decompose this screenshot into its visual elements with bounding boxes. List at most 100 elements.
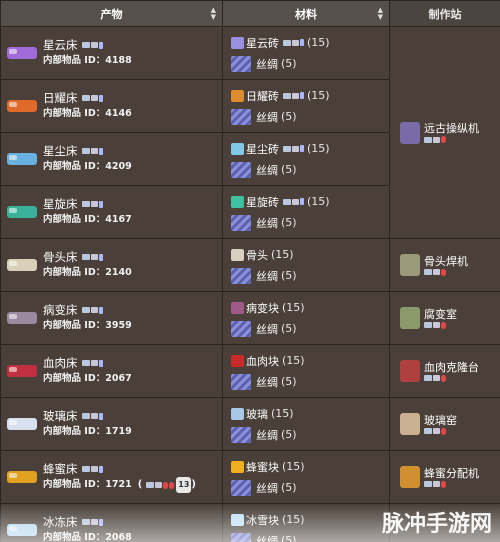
column-header-station: 制作站	[389, 0, 500, 27]
item-id: 内部物品 ID：4146	[43, 108, 132, 119]
materials-cell: 日耀砖 (15) 丝绸 (5)	[222, 79, 390, 133]
platform-icons	[81, 41, 103, 49]
material-row: 星尘砖 (15)	[231, 140, 389, 158]
table-row: 骨头床 内部物品 ID：2140 骨头 (15) 丝绸 (5) 骨头焊机	[0, 238, 500, 292]
product-link[interactable]: 星旋床	[43, 196, 78, 212]
station-link[interactable]: 蜂蜜分配机	[424, 467, 479, 481]
material-qty: (15)	[307, 89, 330, 102]
material-qty: (5)	[281, 216, 297, 229]
column-header-product[interactable]: 产物 ▲ ▼	[0, 0, 223, 27]
item-id: 内部物品 ID：3959	[43, 320, 132, 331]
station-cell: 玻璃窑	[389, 397, 500, 451]
station-icon	[400, 413, 420, 435]
platform-extra: (13)	[138, 477, 196, 493]
material-icon	[231, 354, 244, 367]
station-link[interactable]: 玻璃窑	[424, 414, 457, 428]
material-link[interactable]: 玻璃	[246, 406, 268, 422]
product-link[interactable]: 玻璃床	[43, 408, 78, 424]
materials-cell: 骨头 (15) 丝绸 (5)	[222, 238, 390, 292]
table-row: 玻璃床 内部物品 ID：1719 玻璃 (15) 丝绸 (5) 玻璃窑	[0, 397, 500, 451]
station-icon	[400, 307, 420, 329]
product-cell: 星尘床 内部物品 ID：4209	[0, 132, 223, 186]
material-link[interactable]: 骨头	[246, 247, 268, 263]
material-link-silk[interactable]: 丝绸	[256, 215, 278, 231]
materials-cell: 蜂蜜块 (15) 丝绸 (5)	[222, 450, 390, 504]
material-link[interactable]: 病变块	[246, 300, 279, 316]
material-row: 丝绸(5)	[231, 108, 389, 126]
material-row: 丝绸(5)	[231, 320, 389, 338]
material-qty: (5)	[281, 110, 297, 123]
station-link[interactable]: 血肉克隆台	[424, 361, 479, 375]
bed-icon	[7, 153, 37, 165]
platform-icons	[81, 200, 103, 208]
product-link[interactable]: 血肉床	[43, 355, 78, 371]
product-link[interactable]: 病变床	[43, 302, 78, 318]
material-icon	[231, 407, 244, 420]
bed-icon	[7, 365, 37, 377]
product-link[interactable]: 日耀床	[43, 90, 78, 106]
table-row: 蜂蜜床 内部物品 ID：1721(13) 蜂蜜块 (15) 丝绸 (5) 蜂蜜分配机	[0, 450, 500, 504]
platform-icons	[81, 412, 103, 420]
station-icon	[400, 466, 420, 488]
materials-cell: 玻璃 (15) 丝绸 (5)	[222, 397, 390, 451]
recipe-table: 产物 ▲ ▼ 材料 ▲ ▼ 制作站 星云床 内部物品 ID：4188 星云砖 (15) 丝绸…	[0, 0, 500, 542]
material-row: 病变块 (15)	[231, 299, 389, 317]
material-link-silk[interactable]: 丝绸	[256, 321, 278, 337]
materials-cell: 病变块 (15) 丝绸 (5)	[222, 291, 390, 345]
product-link[interactable]: 蜂蜜床	[43, 461, 78, 477]
material-link[interactable]: 星旋砖	[246, 194, 279, 210]
platform-icons	[81, 147, 103, 155]
material-qty: (15)	[271, 407, 294, 420]
platform-icons	[283, 39, 304, 46]
platform-icons	[424, 136, 479, 143]
material-link[interactable]: 星尘砖	[246, 141, 279, 157]
material-qty: (5)	[281, 269, 297, 282]
material-link-silk[interactable]: 丝绸	[256, 427, 278, 443]
material-icon	[231, 89, 244, 102]
material-row: 丝绸(5)	[231, 479, 389, 497]
bed-icon	[7, 206, 37, 218]
materials-cell: 星旋砖 (15) 丝绸 (5)	[222, 185, 390, 239]
bed-icon	[7, 471, 37, 483]
product-link[interactable]: 星云床	[43, 37, 78, 53]
column-header-materials-label: 材料	[295, 7, 317, 21]
silk-icon	[231, 214, 251, 231]
sort-icon[interactable]: ▲ ▼	[211, 7, 216, 21]
platform-icons	[81, 94, 103, 102]
sort-icon[interactable]: ▲ ▼	[378, 7, 383, 21]
product-link[interactable]: 骨头床	[43, 249, 78, 265]
product-link[interactable]: 星尘床	[43, 143, 78, 159]
material-qty: (15)	[282, 460, 305, 473]
station-link[interactable]: 远古操纵机	[424, 122, 479, 136]
silk-icon	[231, 373, 251, 390]
station-link[interactable]: 腐变室	[424, 308, 457, 322]
product-cell: 蜂蜜床 内部物品 ID：1721(13)	[0, 450, 223, 504]
material-qty: (15)	[282, 354, 305, 367]
material-link-silk[interactable]: 丝绸	[256, 480, 278, 496]
material-link-silk[interactable]: 丝绸	[256, 56, 278, 72]
material-link-silk[interactable]: 丝绸	[256, 374, 278, 390]
platform-badge: 13	[176, 477, 192, 493]
material-row: 丝绸(5)	[231, 373, 389, 391]
material-row: 丝绸(5)	[231, 55, 389, 73]
silk-icon	[231, 108, 251, 125]
material-row: 丝绸(5)	[231, 161, 389, 179]
material-link-silk[interactable]: 丝绸	[256, 268, 278, 284]
platform-icons	[283, 198, 304, 205]
material-link[interactable]: 蜂蜜块	[246, 459, 279, 475]
material-qty: (15)	[271, 248, 294, 261]
platform-icons	[424, 480, 479, 488]
column-header-materials[interactable]: 材料 ▲ ▼	[222, 0, 390, 27]
silk-icon	[231, 426, 251, 443]
material-link-silk[interactable]: 丝绸	[256, 162, 278, 178]
platform-icons	[81, 465, 103, 473]
material-icon	[231, 460, 244, 473]
material-link[interactable]: 星云砖	[246, 35, 279, 51]
material-link[interactable]: 血肉块	[246, 353, 279, 369]
material-icon	[231, 142, 244, 155]
material-link-silk[interactable]: 丝绸	[256, 109, 278, 125]
station-link[interactable]: 骨头焊机	[424, 255, 468, 269]
product-cell: 病变床内部物品 ID：3959	[0, 291, 223, 345]
materials-cell: 血肉块 (15) 丝绸 (5)	[222, 344, 390, 398]
material-link[interactable]: 日耀砖	[246, 88, 279, 104]
